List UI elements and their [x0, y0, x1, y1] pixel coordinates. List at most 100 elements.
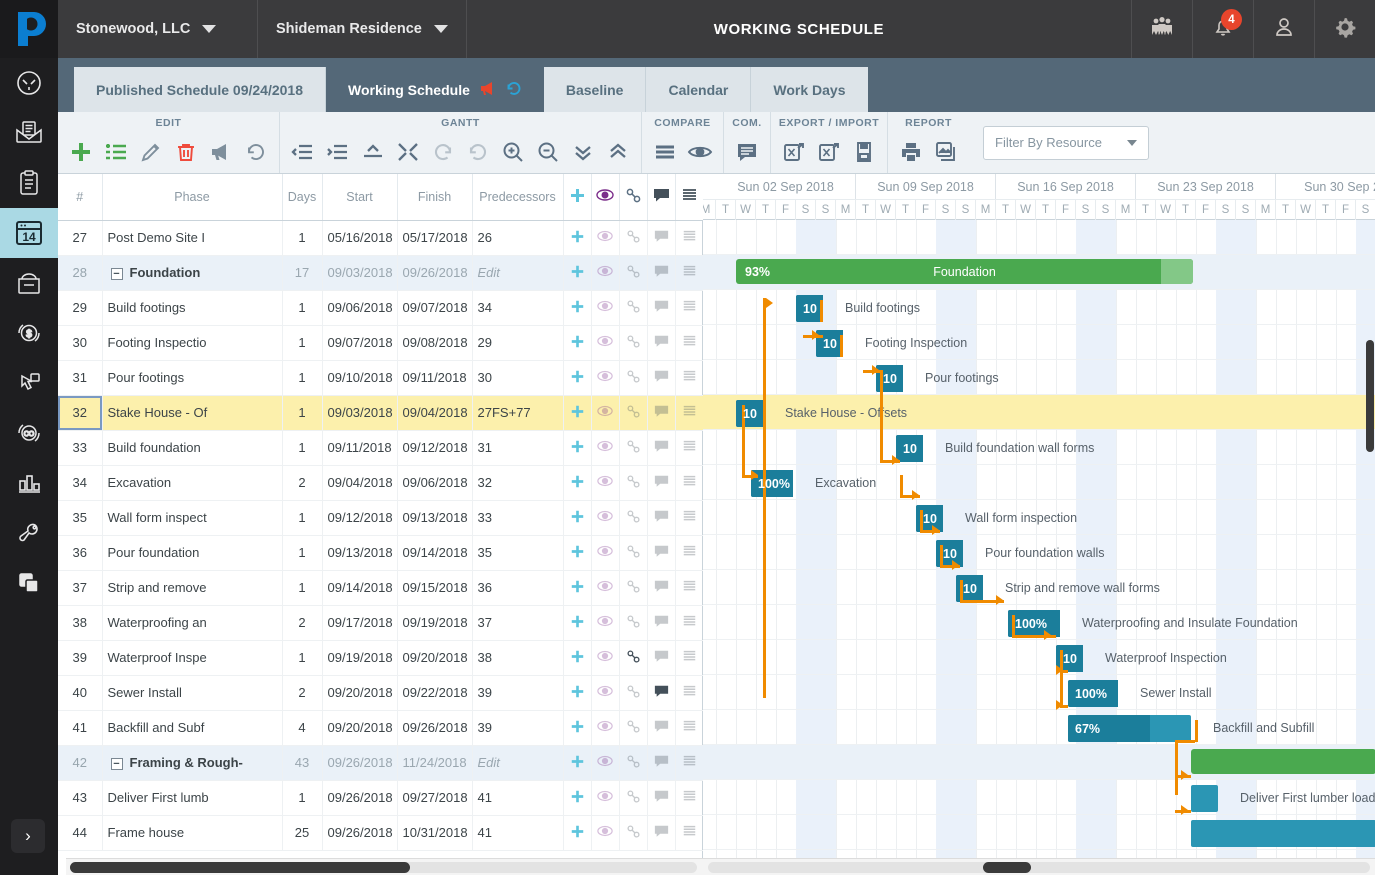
- row-finish[interactable]: 09/11/2018: [397, 360, 473, 396]
- project-selector[interactable]: Shideman Residence: [258, 0, 467, 58]
- row-days[interactable]: 1: [282, 290, 323, 326]
- collapse-expander[interactable]: −: [110, 267, 123, 280]
- row-predecessors[interactable]: 30: [472, 360, 564, 396]
- row-days[interactable]: 1: [282, 570, 323, 606]
- undo-history-button[interactable]: [240, 135, 272, 169]
- announce-button[interactable]: [205, 135, 237, 169]
- row-number[interactable]: 29: [58, 290, 103, 326]
- row-start[interactable]: 09/14/2018: [322, 570, 398, 606]
- row-days[interactable]: 1: [282, 780, 323, 816]
- gantt-task-bar[interactable]: 10: [896, 435, 923, 462]
- app-logo[interactable]: [0, 0, 58, 58]
- col-predecessors[interactable]: Predecessors: [472, 174, 564, 221]
- gantt-vscroll-thumb[interactable]: [1366, 340, 1374, 452]
- row-finish[interactable]: 09/04/2018: [397, 395, 473, 431]
- row-days[interactable]: 1: [282, 395, 323, 431]
- row-notes-button[interactable]: [675, 675, 704, 711]
- row-visibility-button[interactable]: [591, 710, 620, 746]
- table-row[interactable]: 37 Strip and remove 1 09/14/2018 09/15/2018 3…: [58, 570, 732, 606]
- row-number[interactable]: 36: [58, 535, 103, 571]
- row-visibility-button[interactable]: [591, 220, 620, 256]
- row-start[interactable]: 09/19/2018: [322, 640, 398, 676]
- row-link-button[interactable]: [619, 360, 648, 396]
- row-number[interactable]: 31: [58, 360, 103, 396]
- row-phase[interactable]: Waterproofing an: [102, 605, 283, 641]
- gantt-vscrollbar[interactable]: [1365, 220, 1375, 858]
- row-number[interactable]: 27: [58, 220, 103, 256]
- row-comment-button[interactable]: [647, 255, 676, 291]
- filter-by-resource-select[interactable]: Filter By Resource: [983, 125, 1149, 160]
- row-comment-button[interactable]: [647, 815, 676, 851]
- col-days[interactable]: Days: [282, 174, 323, 221]
- row-start[interactable]: 09/11/2018: [322, 430, 398, 466]
- table-row[interactable]: 38 Waterproofing an 2 09/17/2018 09/19/2018 3…: [58, 605, 732, 641]
- row-comment-button[interactable]: [647, 325, 676, 361]
- row-add-button[interactable]: [563, 290, 592, 326]
- gantt-hscrollbar[interactable]: [703, 858, 1375, 875]
- row-link-button[interactable]: [619, 220, 648, 256]
- row-phase[interactable]: Strip and remove: [102, 570, 283, 606]
- row-predecessors[interactable]: 39: [472, 710, 564, 746]
- sidebar-item-mail[interactable]: [0, 108, 58, 158]
- row-add-button[interactable]: [563, 535, 592, 571]
- row-add-button[interactable]: [563, 465, 592, 501]
- row-link-button[interactable]: [619, 675, 648, 711]
- row-comment-button[interactable]: [647, 500, 676, 536]
- row-notes-button[interactable]: [675, 640, 704, 676]
- table-row[interactable]: 32 Stake House - Of 1 09/03/2018 09/04/2018 2…: [58, 395, 732, 431]
- row-add-button[interactable]: [563, 570, 592, 606]
- row-phase[interactable]: Post Demo Site I: [102, 220, 283, 256]
- compare-visibility-button[interactable]: [684, 135, 716, 169]
- row-visibility-button[interactable]: [591, 640, 620, 676]
- row-link-button[interactable]: [619, 465, 648, 501]
- row-start[interactable]: 09/20/2018: [322, 675, 398, 711]
- row-finish[interactable]: 11/24/2018: [397, 745, 473, 781]
- row-notes-button[interactable]: [675, 465, 704, 501]
- row-add-button[interactable]: [563, 360, 592, 396]
- row-notes-button[interactable]: [675, 290, 704, 326]
- row-predecessors[interactable]: Edit: [472, 745, 564, 781]
- outdent-button[interactable]: [287, 135, 319, 169]
- row-predecessors[interactable]: 26: [472, 220, 564, 256]
- collapse-button[interactable]: [392, 135, 424, 169]
- row-add-button[interactable]: [563, 710, 592, 746]
- row-days[interactable]: 43: [282, 745, 323, 781]
- row-link-button[interactable]: [619, 605, 648, 641]
- row-number[interactable]: 42: [58, 745, 103, 781]
- row-predecessors[interactable]: 38: [472, 640, 564, 676]
- row-start[interactable]: 09/20/2018: [322, 710, 398, 746]
- table-row[interactable]: 31 Pour footings 1 09/10/2018 09/11/2018 30: [58, 360, 732, 396]
- table-row[interactable]: 30 Footing Inspectio 1 09/07/2018 09/08/2018…: [58, 325, 732, 361]
- row-number[interactable]: 38: [58, 605, 103, 641]
- compare-list-button[interactable]: [649, 135, 681, 169]
- row-add-button[interactable]: [563, 815, 592, 851]
- team-button[interactable]: [1131, 0, 1192, 58]
- tab-work-days[interactable]: Work Days: [750, 67, 868, 112]
- col-phase[interactable]: Phase: [102, 174, 283, 221]
- row-comment-button[interactable]: [647, 780, 676, 816]
- row-predecessors[interactable]: 41: [472, 780, 564, 816]
- gantt-summary-bar[interactable]: [1191, 749, 1375, 774]
- row-comment-button[interactable]: [647, 535, 676, 571]
- row-predecessors[interactable]: 29: [472, 325, 564, 361]
- row-number[interactable]: 39: [58, 640, 103, 676]
- excel-export-button[interactable]: [778, 135, 810, 169]
- table-row[interactable]: 41 Backfill and Subf 4 09/20/2018 09/26/2018…: [58, 710, 732, 746]
- row-link-button[interactable]: [619, 290, 648, 326]
- tab-published-schedule[interactable]: Published Schedule 09/24/2018: [74, 67, 325, 112]
- row-link-button[interactable]: [619, 430, 648, 466]
- row-visibility-button[interactable]: [591, 780, 620, 816]
- row-number[interactable]: 41: [58, 710, 103, 746]
- col-link-icon[interactable]: [619, 174, 648, 221]
- row-notes-button[interactable]: [675, 780, 704, 816]
- notifications-button[interactable]: 4: [1192, 0, 1253, 58]
- row-phase[interactable]: Deliver First lumb: [102, 780, 283, 816]
- row-visibility-button[interactable]: [591, 745, 620, 781]
- row-comment-button[interactable]: [647, 465, 676, 501]
- user-profile-button[interactable]: [1253, 0, 1314, 58]
- row-add-button[interactable]: [563, 605, 592, 641]
- row-notes-button[interactable]: [675, 395, 704, 431]
- sidebar-item-dashboard[interactable]: [0, 58, 58, 108]
- sidebar-item-documents[interactable]: [0, 258, 58, 308]
- row-start[interactable]: 09/10/2018: [322, 360, 398, 396]
